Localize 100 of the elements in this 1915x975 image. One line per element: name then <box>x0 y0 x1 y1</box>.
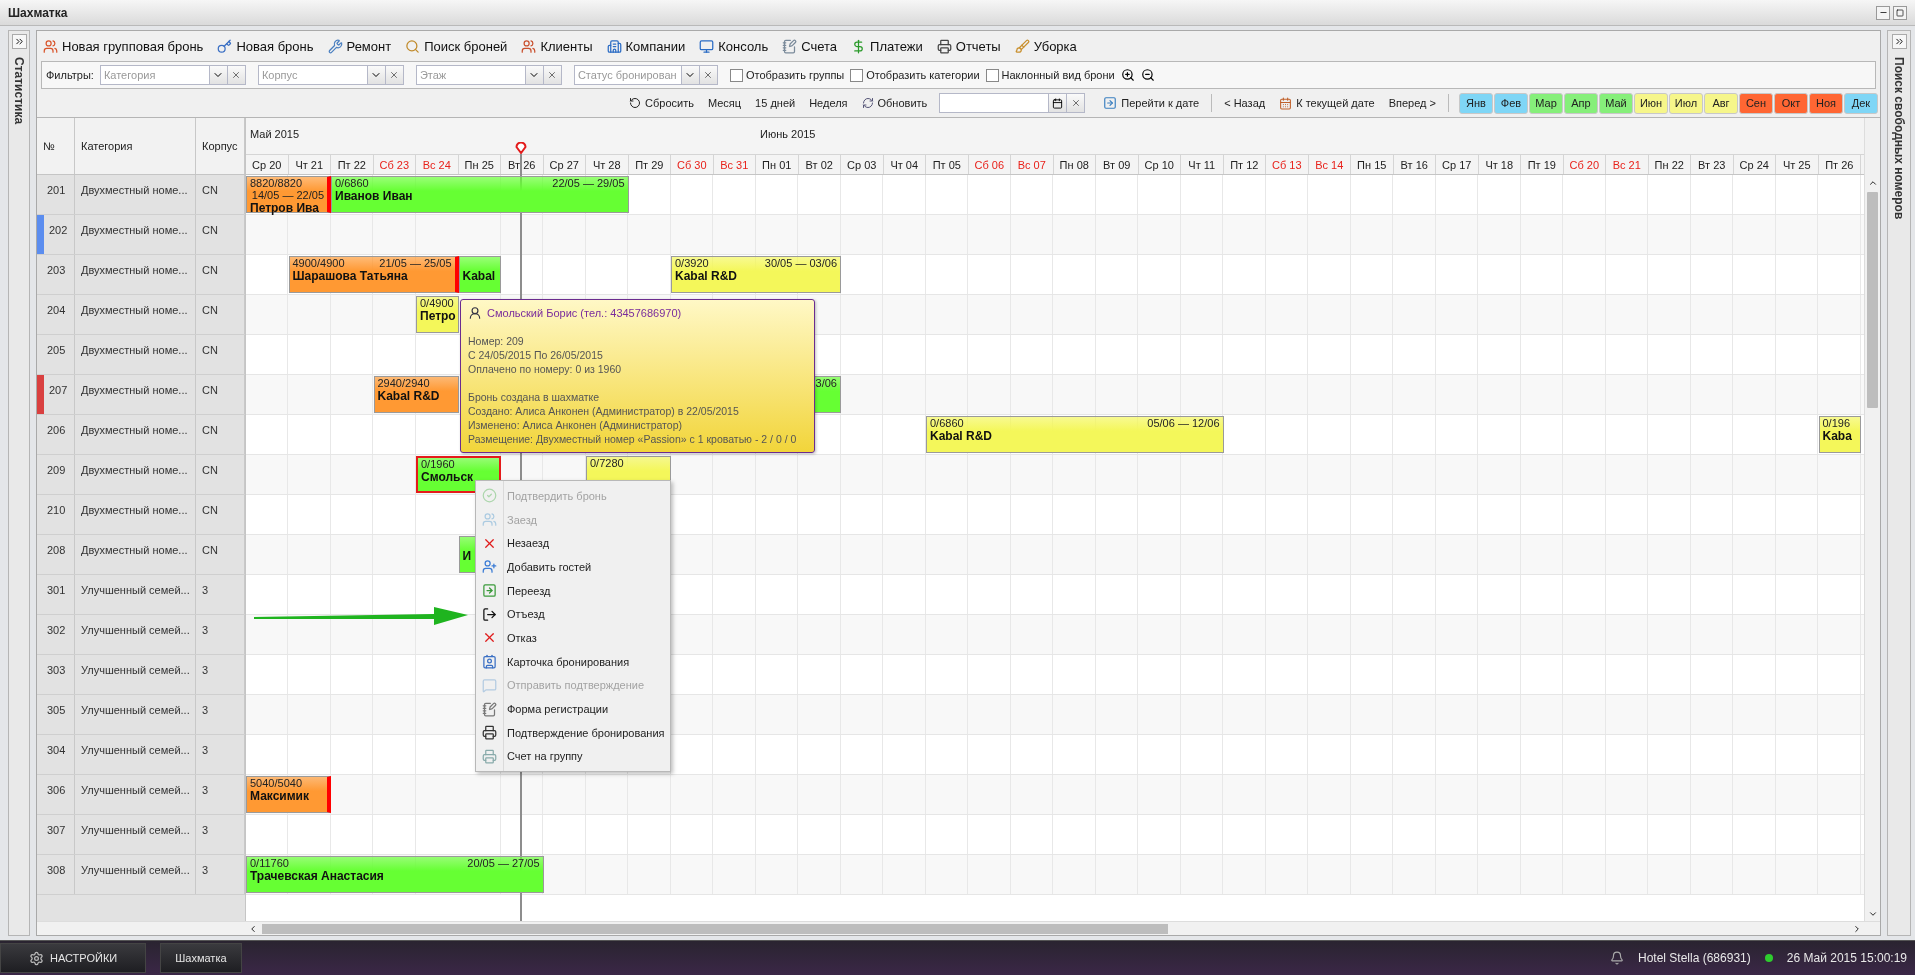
task-button[interactable]: Шахматка <box>160 943 242 973</box>
month-button[interactable]: Янв <box>1459 92 1493 114</box>
filter-field[interactable]: Статус бронирован <box>573 65 682 85</box>
zoom-in-icon[interactable] <box>1120 68 1135 82</box>
room-category: Двухместный номе... <box>80 304 188 316</box>
month-button[interactable]: Фев <box>1494 92 1528 114</box>
panel-title[interactable]: Поиск свободных номеров <box>1892 57 1906 220</box>
column-header[interactable]: Категория <box>75 140 133 152</box>
room-building: CN <box>201 184 218 196</box>
booking-bar[interactable]: 8820/8820 14/05 — 22/05 Петров Ива <box>246 176 331 213</box>
maximize-button[interactable] <box>1893 5 1907 20</box>
toolbar-button[interactable]: Уборка <box>1012 36 1079 56</box>
reset-button[interactable]: Сбросить <box>627 95 696 111</box>
filter-field[interactable]: Корпус <box>257 65 368 85</box>
calendar-button[interactable] <box>1049 93 1068 113</box>
scrollbar-thumb[interactable] <box>262 923 1168 934</box>
booking-dates: 05/06 — 12/06 <box>1147 417 1220 429</box>
month-button[interactable]: Май <box>1599 92 1633 114</box>
booking-amount: 2940/2940 <box>377 377 430 389</box>
view-button[interactable]: Неделя <box>807 95 850 111</box>
booking-bar[interactable]: 0/4900 Петро <box>416 296 459 333</box>
day-label: Пн 25 <box>458 155 501 174</box>
expand-icon <box>1893 36 1905 47</box>
booking-bar[interactable]: Kabal <box>458 256 501 293</box>
day-label: Вс 21 <box>1606 155 1649 174</box>
room-building: 3 <box>201 744 209 756</box>
column-header[interactable]: № <box>37 140 55 152</box>
expand-button[interactable] <box>1891 34 1907 49</box>
booking-bar[interactable]: 0/11760 20/05 — 27/05 Трачевская Анастасия <box>246 856 544 893</box>
booking-bar[interactable]: 2940/2940 Kabal R&D <box>373 376 459 413</box>
day-label: Пт 26 <box>1818 155 1861 174</box>
booking-bar[interactable]: 4900/4900 21/05 — 25/05 Шарашова Татьяна <box>288 256 459 293</box>
scrollbar-thumb[interactable] <box>1867 192 1878 408</box>
column-header[interactable]: Корпус <box>196 140 238 152</box>
room-category: Двухместный номе... <box>80 384 188 396</box>
checkbox-label[interactable]: Отобразить группы <box>745 69 845 81</box>
menu-item[interactable]: Карточка бронирования <box>476 649 670 674</box>
room-building: 3 <box>201 864 209 876</box>
menu-item[interactable]: Отъезд <box>476 602 670 627</box>
menu-item[interactable]: Счет на группу <box>476 744 670 769</box>
expand-button[interactable] <box>11 34 27 49</box>
back-button[interactable]: < Назад <box>1222 95 1268 111</box>
toolbar-button[interactable]: Консоль <box>697 36 771 56</box>
refresh-button[interactable]: Обновить <box>859 95 930 111</box>
panel-title[interactable]: Статистика <box>12 57 26 125</box>
booking-bar[interactable]: 0/6860 05/06 — 12/06 Kabal R&D <box>926 416 1224 453</box>
toolbar-button[interactable]: Ремонт <box>325 36 394 56</box>
checkbox-label[interactable]: Наклонный вид брони <box>1001 69 1115 81</box>
month-button[interactable]: Авг <box>1704 92 1738 114</box>
month-button[interactable]: Июл <box>1669 92 1703 114</box>
menu-item[interactable]: Форма регистрации <box>476 697 670 721</box>
month-button[interactable]: Сен <box>1739 92 1773 114</box>
booking-bar[interactable]: 0/3920 30/05 — 03/06 Kabal R&D <box>671 256 841 293</box>
filter-field[interactable]: Этаж <box>415 65 526 85</box>
month-button[interactable]: Окт <box>1774 92 1808 114</box>
booking-bar[interactable]: 0/6860 22/05 — 29/05 Иванов Иван <box>331 176 629 213</box>
booking-guest: Kabal R&D <box>377 389 441 403</box>
view-button[interactable]: Месяц <box>705 95 744 111</box>
view-button[interactable]: 15 дней <box>753 95 798 111</box>
toolbar-button[interactable]: Счета <box>780 36 840 56</box>
menu-item[interactable]: Отказ <box>476 626 670 650</box>
menu-item[interactable]: Незаезд <box>476 531 670 556</box>
checkbox-label[interactable]: Отобразить категории <box>866 69 980 81</box>
zoom-out-icon[interactable] <box>1140 68 1155 82</box>
clear-button[interactable] <box>1067 93 1086 113</box>
booking-bar[interactable]: 5040/5040 Максимик <box>246 776 331 813</box>
checkbox[interactable] <box>985 68 999 82</box>
month-button[interactable]: Ноя <box>1809 92 1843 114</box>
day-label: Ср 10 <box>1138 155 1181 174</box>
date-field[interactable] <box>939 93 1050 113</box>
menu-item[interactable]: Подтверждение бронирования <box>476 720 670 745</box>
month-button[interactable]: Мар <box>1529 92 1563 114</box>
toolbar-button[interactable]: Платежи <box>849 36 925 56</box>
toolbar-button[interactable]: Компании <box>604 36 688 56</box>
menu-item[interactable]: Переезд <box>476 578 670 603</box>
tooltip-line: Изменено: Алиса Анконен (Администратор) <box>468 418 683 432</box>
toolbar-button[interactable]: Новая групповая бронь <box>41 36 206 56</box>
settings-button[interactable]: НАСТРОЙКИ <box>0 943 147 973</box>
goto-date-button[interactable]: Перейти к дате <box>1101 94 1202 112</box>
menu-item[interactable]: Добавить гостей <box>476 555 670 579</box>
month-button[interactable]: Дек <box>1844 92 1878 114</box>
month-button[interactable]: Апр <box>1564 92 1598 114</box>
toolbar-button[interactable]: Отчеты <box>934 36 1003 56</box>
toolbar-button[interactable]: Клиенты <box>519 36 595 56</box>
booking-bar[interactable]: 0/196 Kaba <box>1818 416 1861 453</box>
toolbar-button[interactable]: Поиск броней <box>403 36 510 56</box>
booking-dates: 22/05 — 29/05 <box>552 177 625 189</box>
bell-icon <box>1610 951 1624 965</box>
toolbar-button[interactable]: Новая бронь <box>215 36 316 56</box>
day-label: Вс 31 <box>713 155 756 174</box>
checkbox[interactable] <box>729 68 743 82</box>
filter-field[interactable]: Категория <box>99 65 210 85</box>
minimize-button[interactable] <box>1876 5 1890 20</box>
checkbox[interactable] <box>850 68 864 82</box>
today-button[interactable]: К текущей дате <box>1277 94 1377 112</box>
room-building: CN <box>201 504 218 516</box>
day-label: Пн 01 <box>756 155 799 174</box>
forward-button[interactable]: Вперед > <box>1386 95 1438 111</box>
month-button[interactable]: Июн <box>1634 92 1668 114</box>
expand-icon <box>13 36 25 47</box>
